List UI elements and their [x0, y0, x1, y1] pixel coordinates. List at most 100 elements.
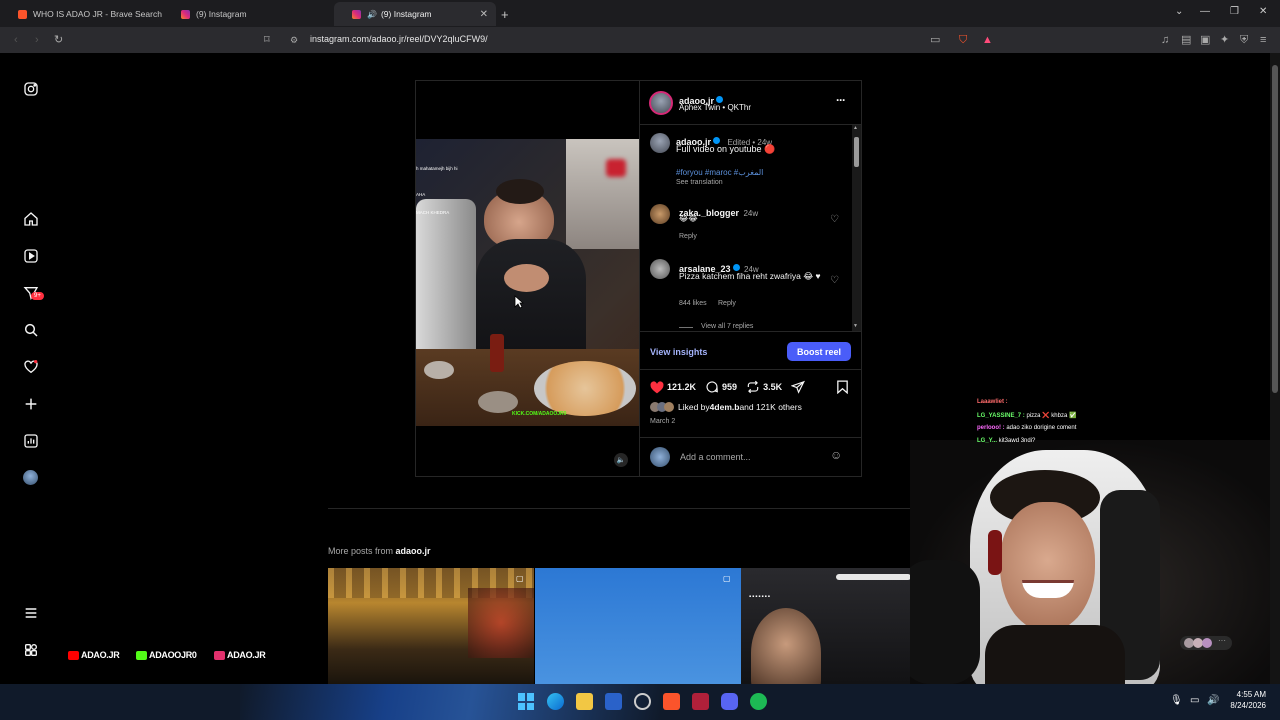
notifications-heart-icon[interactable]: [22, 358, 39, 375]
media-icon[interactable]: ♫: [1161, 33, 1169, 47]
more-menu-icon[interactable]: [22, 604, 39, 621]
share-icon[interactable]: [791, 380, 806, 394]
app-icon[interactable]: [692, 693, 709, 710]
more-posts-user[interactable]: adaoo.jr: [396, 546, 431, 556]
reload-icon[interactable]: ↻: [54, 33, 63, 47]
profile-avatar[interactable]: [22, 469, 39, 486]
system-clock[interactable]: 4:55 AM 8/24/2026: [1230, 689, 1266, 711]
page-scrollbar-thumb[interactable]: [1272, 65, 1278, 393]
liked-by-suffix[interactable]: and 121K others: [739, 402, 801, 412]
author-avatar[interactable]: [649, 91, 673, 115]
sidebar-icon[interactable]: ▤: [1181, 33, 1191, 47]
boost-reel-button[interactable]: Boost reel: [787, 342, 851, 361]
caption-text: Full video on youtube 🔴: [676, 144, 776, 154]
dashboard-icon[interactable]: [22, 432, 39, 449]
liked-heart-icon[interactable]: [650, 380, 664, 394]
comment-avatar[interactable]: [650, 259, 670, 279]
tab-instagram-1[interactable]: (9) Instagram: [163, 2, 333, 26]
comment-icon[interactable]: [705, 380, 719, 394]
chair-arm: [910, 560, 980, 684]
mute-toggle-icon[interactable]: 🔈: [614, 453, 628, 467]
home-icon[interactable]: [22, 210, 39, 227]
close-window-icon[interactable]: ✕: [1259, 6, 1267, 17]
view-insights-link[interactable]: View insights: [650, 347, 707, 357]
edge-icon[interactable]: [547, 693, 564, 710]
vpn-icon[interactable]: ⛨: [1240, 33, 1248, 47]
more-post-thumbnail[interactable]: ▢: [535, 568, 741, 684]
page-scrollbar[interactable]: [1270, 53, 1280, 684]
site-settings-icon[interactable]: ⚙: [290, 33, 298, 47]
search-icon[interactable]: [22, 321, 39, 338]
leo-ai-icon[interactable]: ✦: [1220, 33, 1229, 47]
brave-taskbar-icon[interactable]: [663, 693, 680, 710]
reel-video[interactable]: h mahatamejh bijh hi AHA MACH KHEDRA KIC…: [415, 80, 639, 477]
comment-reply-link[interactable]: Reply: [718, 300, 736, 307]
tab-instagram-active[interactable]: 🔊 (9) Instagram ✕: [334, 2, 496, 26]
start-icon[interactable]: [518, 693, 535, 710]
chat-user: LG_YASSINE_7 :: [977, 413, 1025, 419]
comment-likes-count[interactable]: 844 likes: [679, 300, 707, 307]
repost-icon[interactable]: [746, 380, 760, 394]
comment-like-heart-icon[interactable]: ♡: [830, 275, 839, 286]
kick-watermark: KICK.COM/ADAOOJR0: [512, 411, 567, 417]
social-label: ADAO.JR: [227, 650, 266, 660]
see-translation-link[interactable]: See translation: [676, 179, 723, 186]
comment-avatar[interactable]: [650, 204, 670, 224]
more-post-thumbnail[interactable]: ▪▪▪▪▪▪▪: [741, 568, 911, 684]
chat-line: LG_Y... kit3awd 3ndi?: [977, 438, 1035, 444]
comment-reply-link[interactable]: Reply: [679, 233, 697, 240]
back-icon[interactable]: ‹: [14, 33, 18, 47]
menu-icon[interactable]: ≡: [1260, 33, 1266, 47]
forward-icon[interactable]: ›: [35, 33, 39, 47]
brave-rewards-icon[interactable]: ▲: [982, 33, 993, 47]
wallet-icon[interactable]: ▣: [1200, 33, 1210, 47]
liked-by-user[interactable]: 4dem.b: [710, 402, 740, 412]
save-bookmark-icon[interactable]: [836, 380, 849, 394]
chat-message: kit3awd 3ndi?: [997, 438, 1036, 444]
obs-icon[interactable]: [634, 693, 651, 710]
tab-list-icon[interactable]: ⌄: [1175, 6, 1183, 17]
pizza: [534, 361, 636, 416]
network-icon[interactable]: ▭: [1190, 695, 1199, 706]
comment-like-heart-icon[interactable]: ♡: [830, 214, 839, 225]
add-comment-input[interactable]: Add a comment...: [680, 452, 751, 462]
caption-hashtags[interactable]: #foryou #maroc #المغرب: [676, 168, 763, 177]
brave-icon: [18, 9, 27, 19]
spotify-icon[interactable]: [750, 693, 767, 710]
discord-icon[interactable]: [721, 693, 738, 710]
new-tab-button[interactable]: +: [495, 2, 515, 26]
reels-icon[interactable]: [22, 247, 39, 264]
comments-scrollbar[interactable]: ▲ ▼: [852, 125, 861, 331]
bookmark-icon[interactable]: ⌑: [264, 33, 270, 47]
file-explorer-icon[interactable]: [576, 693, 593, 710]
instagram-logo-icon[interactable]: [22, 80, 39, 97]
address-bar[interactable]: instagram.com/adaoo.jr/reel/DVY2qluCFW9/: [310, 34, 488, 44]
comments-count[interactable]: 959: [722, 382, 737, 392]
microphone-icon[interactable]: 🎙: [1170, 695, 1183, 706]
volume-icon[interactable]: 🔊: [1207, 695, 1219, 706]
also-from-meta-icon[interactable]: [22, 641, 39, 658]
minimize-icon[interactable]: —: [1200, 6, 1210, 17]
post-side-panel: adaoo.jr Aphex Twin • QKThr ··· adaoo.jr…: [639, 80, 862, 477]
more-post-thumbnail[interactable]: ▢: [328, 568, 534, 684]
emoji-icon[interactable]: ☺: [830, 448, 842, 462]
tab-brave-search[interactable]: WHO IS ADAO JR - Brave Search: [0, 2, 165, 26]
headphone-left: [988, 530, 1002, 575]
create-plus-icon[interactable]: [22, 395, 39, 412]
likes-count[interactable]: 121.2K: [667, 382, 696, 392]
audio-attribution[interactable]: Aphex Twin • QKThr: [679, 103, 751, 112]
reposts-count[interactable]: 3.5K: [763, 382, 782, 392]
view-replies-link[interactable]: View all 7 replies: [701, 323, 753, 330]
person-face: [1000, 502, 1095, 632]
maximize-icon[interactable]: ❐: [1230, 6, 1239, 17]
store-icon[interactable]: [605, 693, 622, 710]
cast-icon[interactable]: ▭: [930, 33, 940, 47]
close-tab-icon[interactable]: ✕: [480, 9, 488, 20]
brave-shields-icon[interactable]: ⛉: [959, 33, 967, 47]
more-options-icon[interactable]: ···: [836, 93, 846, 107]
mouse-cursor-icon: [514, 295, 525, 309]
caption-avatar[interactable]: [650, 133, 670, 153]
chat-user: LG_Y...: [977, 438, 998, 444]
chat-user: perlooo! :: [977, 425, 1005, 431]
start-tile: [527, 702, 534, 710]
